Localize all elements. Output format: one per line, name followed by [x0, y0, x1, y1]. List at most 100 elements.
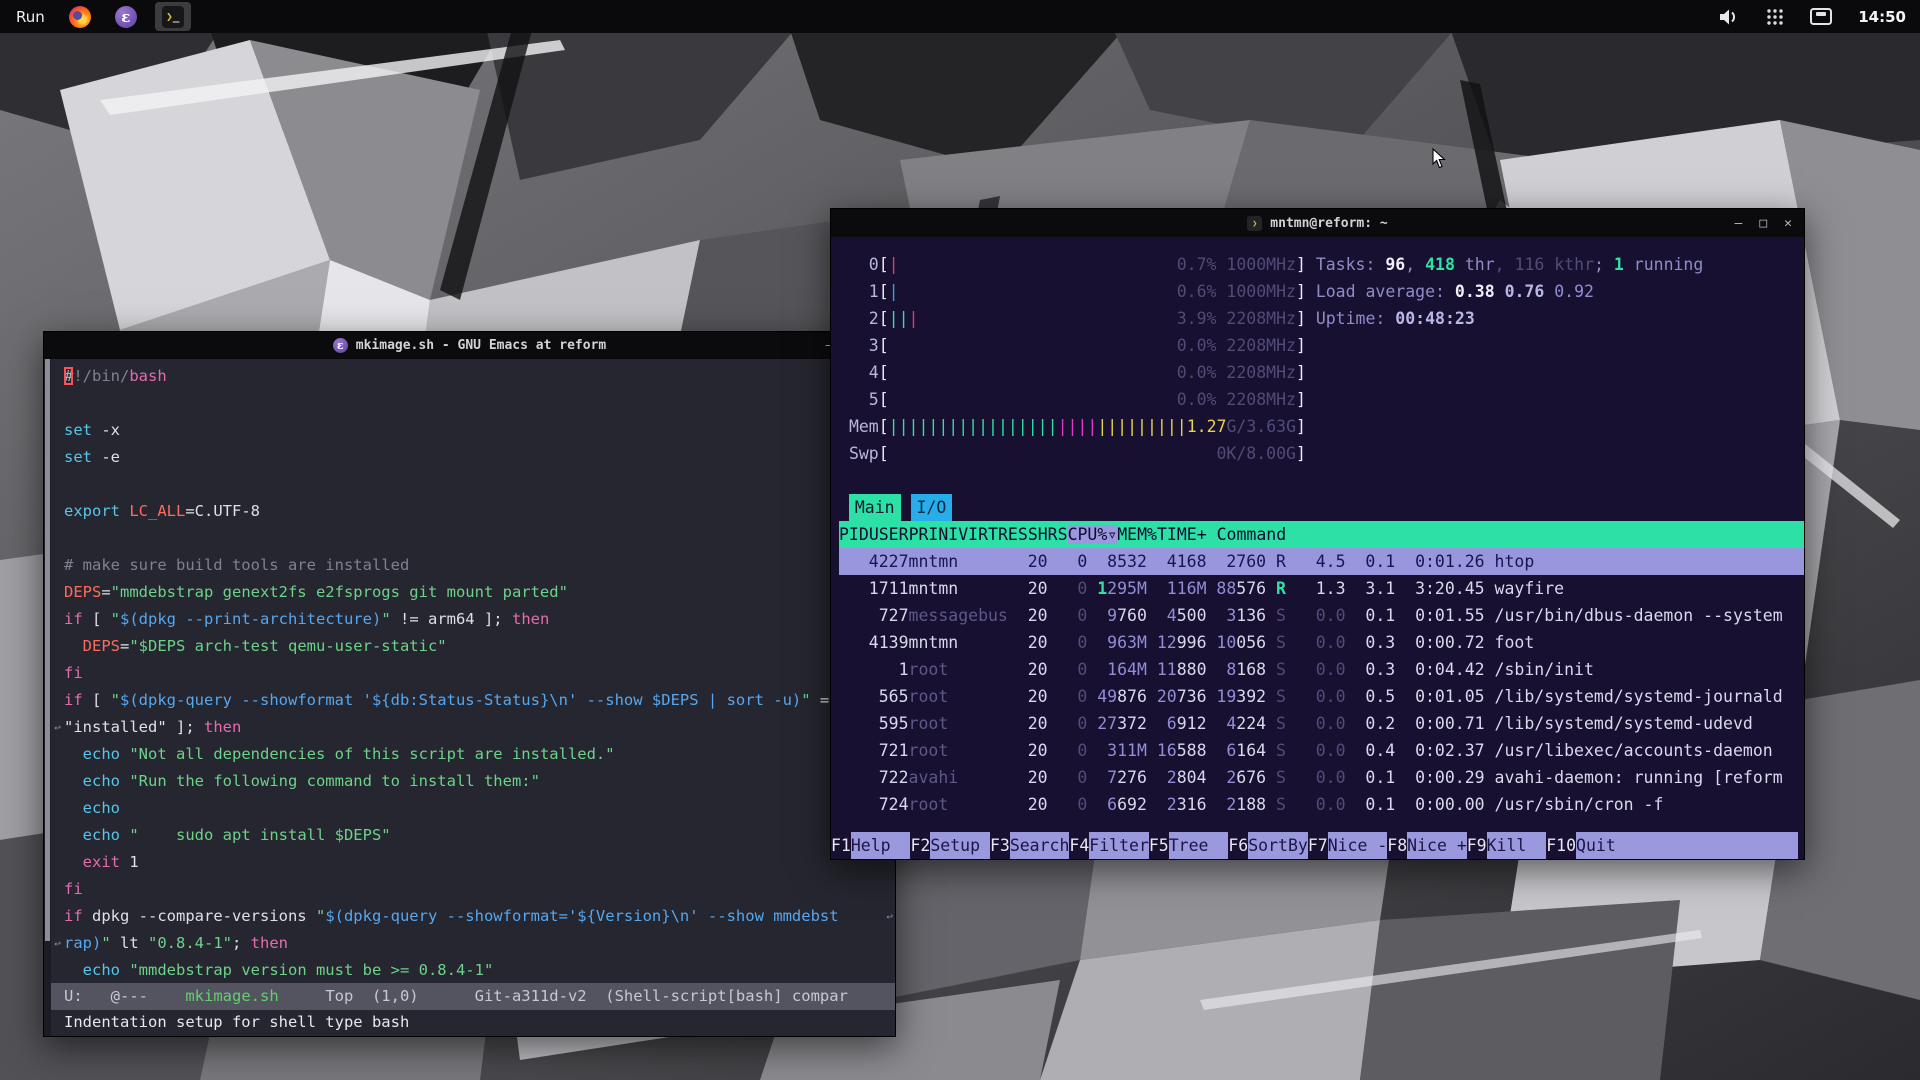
emacs-code-line: set -x: [51, 417, 895, 444]
emacs-code-line: exit 1: [51, 849, 895, 876]
process-row[interactable]: 4139mntmn200963M1299610056S0.00.30:00.72…: [839, 629, 1804, 656]
function-key-bar: F1HelpF2SetupF3SearchF4FilterF5TreeF6Sor…: [831, 832, 1804, 859]
speaker-icon[interactable]: [1718, 8, 1740, 26]
emacs-code-line: echo " sudo apt install $DEPS": [51, 822, 895, 849]
emacs-code-line: echo "mmdebstrap version must be >= 0.8.…: [51, 957, 895, 983]
fkey-label-tree[interactable]: Tree: [1169, 832, 1229, 859]
process-table-header[interactable]: PIDUSERPRINIVIRTRESSHRSCPU%▿MEM%TIME+ Co…: [839, 521, 1804, 548]
fkey-label-sortby[interactable]: SortBy: [1248, 832, 1308, 859]
fkey-label-setup[interactable]: Setup: [930, 832, 990, 859]
emacs-window-icon: ε: [333, 338, 348, 353]
emacs-code-line: [51, 525, 895, 552]
emacs-titlebar[interactable]: ε mkimage.sh - GNU Emacs at reform – □ ✕: [44, 332, 895, 359]
emacs-code-line: export LC_ALL=C.UTF-8: [51, 498, 895, 525]
fkey-f7[interactable]: F7: [1308, 832, 1328, 859]
column-header-virt[interactable]: VIRT: [958, 525, 998, 544]
maximize-icon[interactable]: □: [1759, 216, 1767, 231]
process-row[interactable]: 721root200311M165886164S0.00.40:02.37 /u…: [839, 737, 1804, 764]
app-grid-icon[interactable]: [1766, 8, 1784, 26]
htop-tabs: Main I/O: [839, 494, 1804, 521]
emacs-code-line: # make sure build tools are installed: [51, 552, 895, 579]
fkey-f9[interactable]: F9: [1467, 832, 1487, 859]
display-icon[interactable]: [1810, 8, 1832, 25]
column-header-cpu[interactable]: CPU%▿: [1068, 525, 1118, 544]
terminal-launcher-active[interactable]: ❯_: [155, 2, 191, 31]
meter-line: Mem[||||||||||||||||||||||||||||||1.27G/…: [839, 413, 1804, 440]
emacs-modeline: U: @--- mkimage.sh Top (1,0) Git-a311d-v…: [51, 983, 895, 1010]
emacs-code-line: echo "Not all dependencies of this scrip…: [51, 741, 895, 768]
fkey-f4[interactable]: F4: [1069, 832, 1089, 859]
fkey-label-nice[interactable]: Nice -: [1328, 832, 1388, 859]
emacs-buffer[interactable]: #!/bin/bashset -xset -eexport LC_ALL=C.U…: [51, 359, 895, 983]
process-row[interactable]: 724root200669223162188S0.00.10:00.00 /us…: [839, 791, 1804, 818]
emacs-code-line: DEPS="$DEPS arch-test qemu-user-static": [51, 633, 895, 660]
emacs-code-line: ↩rap)" lt "0.8.4-1"; then: [51, 930, 895, 957]
column-header-command[interactable]: Command: [1207, 521, 1286, 548]
emacs-code-line: [51, 390, 895, 417]
emacs-code-line: fi: [51, 876, 895, 903]
column-header-user[interactable]: USER: [869, 525, 909, 544]
mouse-cursor: [1432, 148, 1446, 169]
meter-line: 1[|0.6% 1000MHz]Load average: 0.38 0.76 …: [839, 278, 1804, 305]
emacs-window: ε mkimage.sh - GNU Emacs at reform – □ ✕…: [43, 331, 896, 1037]
htop-screen: 0[|0.7% 1000MHz]Tasks: 96, 418 thr, 116 …: [831, 237, 1804, 859]
column-header-pri[interactable]: PRI: [909, 525, 939, 544]
emacs-code-line: echo "Run the following command to insta…: [51, 768, 895, 795]
process-row[interactable]: 4227mntmn200853241682760R4.50.10:01.26 h…: [839, 548, 1804, 575]
close-icon[interactable]: ✕: [1784, 216, 1792, 231]
emacs-code-line: [51, 471, 895, 498]
fkey-f10[interactable]: F10: [1546, 832, 1576, 859]
emacs-code-line: if dpkg --compare-versions "$(dpkg-query…: [51, 903, 895, 930]
fkey-f8[interactable]: F8: [1387, 832, 1407, 859]
process-row[interactable]: 727messagebus200976045003136S0.00.10:01.…: [839, 602, 1804, 629]
emacs-scrollbar[interactable]: [44, 359, 51, 1036]
meter-line: 5[0.0% 2208MHz]: [839, 386, 1804, 413]
taskbar: Run ε ❯_ 14:50: [0, 0, 1920, 33]
column-header-time[interactable]: TIME+: [1157, 525, 1207, 544]
fkey-f5[interactable]: F5: [1149, 832, 1169, 859]
process-row[interactable]: 1711mntmn2001295M116M88576R1.33.13:20.45…: [839, 575, 1804, 602]
meter-line: 0[|0.7% 1000MHz]Tasks: 96, 418 thr, 116 …: [839, 251, 1804, 278]
process-row[interactable]: 722avahi200727628042676S0.00.10:00.29 av…: [839, 764, 1804, 791]
terminal-titlebar[interactable]: ❯ mntmn@reform: ~ – □ ✕: [831, 209, 1804, 237]
process-row[interactable]: 595root2002737269124224S0.00.20:00.71 /l…: [839, 710, 1804, 737]
column-header-pid[interactable]: PID: [839, 525, 869, 544]
minimize-icon[interactable]: –: [1735, 216, 1743, 231]
htop-terminal-window: ❯ mntmn@reform: ~ – □ ✕ 0[|0.7% 1000MHz]…: [830, 208, 1805, 860]
fkey-label-help[interactable]: Help: [851, 832, 911, 859]
fkey-label-nice[interactable]: Nice +: [1407, 832, 1467, 859]
column-header-res[interactable]: RES: [998, 525, 1028, 544]
fkey-label-quit[interactable]: Quit: [1576, 832, 1636, 859]
meter-line: 4[0.0% 2208MHz]: [839, 359, 1804, 386]
tab-io[interactable]: I/O: [911, 494, 953, 521]
process-row[interactable]: 565root200498762073619392S0.00.50:01.05 …: [839, 683, 1804, 710]
htop-meters: 0[|0.7% 1000MHz]Tasks: 96, 418 thr, 116 …: [839, 251, 1804, 467]
firefox-icon[interactable]: [69, 6, 91, 28]
terminal-window-icon: ❯: [1247, 216, 1262, 231]
fkey-label-search[interactable]: Search: [1010, 832, 1070, 859]
emacs-code-line: if [ "$(dpkg-query --showformat '${db:St…: [51, 687, 895, 714]
process-row[interactable]: 1root200164M118808168S0.00.30:04.42 /sbi…: [839, 656, 1804, 683]
emacs-code-line: fi: [51, 660, 895, 687]
run-button[interactable]: Run: [16, 8, 45, 26]
column-header-s[interactable]: S: [1058, 525, 1068, 544]
emacs-icon[interactable]: ε: [115, 6, 137, 28]
emacs-code-line: #!/bin/bash: [51, 363, 895, 390]
column-header-shr[interactable]: SHR: [1028, 525, 1058, 544]
fkey-f1[interactable]: F1: [831, 832, 851, 859]
fkey-f2[interactable]: F2: [910, 832, 930, 859]
meter-line: 3[0.0% 2208MHz]: [839, 332, 1804, 359]
column-header-ni[interactable]: NI: [938, 525, 958, 544]
emacs-code-line: echo: [51, 795, 895, 822]
fkey-label-kill[interactable]: Kill: [1487, 832, 1547, 859]
fkey-f3[interactable]: F3: [990, 832, 1010, 859]
fkey-label-filter[interactable]: Filter: [1089, 832, 1149, 859]
terminal-icon: ❯_: [162, 6, 184, 28]
column-header-mem[interactable]: MEM%: [1117, 525, 1157, 544]
emacs-code-line: if [ "$(dpkg --print-architecture)" != a…: [51, 606, 895, 633]
blank-line: [839, 467, 1804, 494]
fkey-f6[interactable]: F6: [1228, 832, 1248, 859]
emacs-echo-area: Indentation setup for shell type bash: [51, 1010, 895, 1036]
emacs-code-line: ↩"installed" ]; then: [51, 714, 895, 741]
tab-main[interactable]: Main: [849, 494, 901, 521]
